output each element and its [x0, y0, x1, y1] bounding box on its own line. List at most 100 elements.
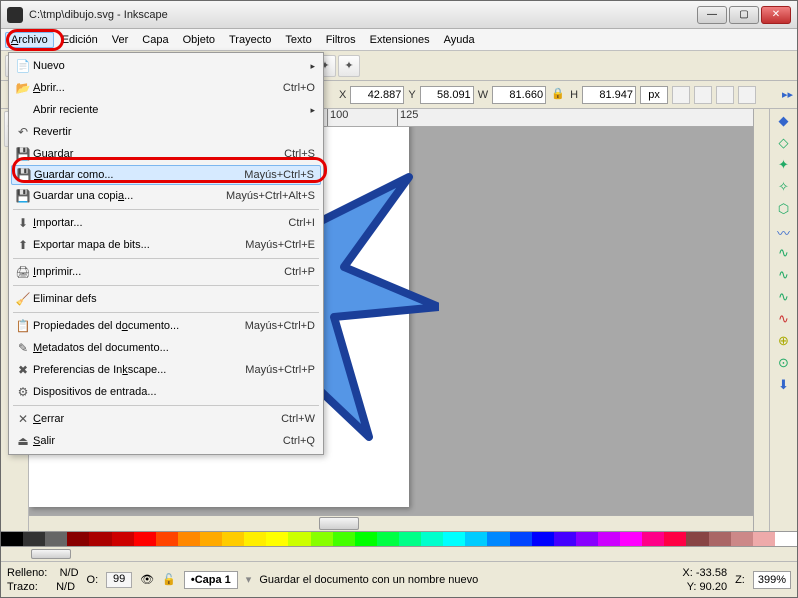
swatch[interactable] [23, 532, 45, 546]
prop-h-field[interactable]: 81.947 [582, 86, 636, 104]
swatch[interactable] [709, 532, 731, 546]
swatch[interactable] [200, 532, 222, 546]
prop-w-field[interactable]: 81.660 [492, 86, 546, 104]
swatch[interactable] [664, 532, 686, 546]
affect-1-icon[interactable] [672, 86, 690, 104]
swatch[interactable] [244, 532, 266, 546]
menu-guardar[interactable]: 💾GuardarCtrl+S [9, 143, 323, 165]
lock-icon[interactable]: 🔒 [550, 87, 566, 103]
swatch[interactable] [598, 532, 620, 546]
menu-propiedades[interactable]: 📋Propiedades del documento...Mayús+Ctrl+… [9, 315, 323, 337]
snap-7-icon[interactable]: ∿ [775, 245, 793, 263]
menu-importar[interactable]: ⬇Importar...Ctrl+I [9, 212, 323, 234]
color-palette[interactable] [1, 531, 797, 547]
swatch[interactable] [576, 532, 598, 546]
swatch[interactable] [156, 532, 178, 546]
zoom-field[interactable]: 399% [753, 571, 791, 589]
menu-ayuda[interactable]: Ayuda [438, 32, 481, 48]
snap-4-icon[interactable]: ✧ [775, 179, 793, 197]
menu-abrir-reciente[interactable]: Abrir reciente▸ [9, 99, 323, 121]
swatch[interactable] [554, 532, 576, 546]
menu-filtros[interactable]: Filtros [320, 32, 362, 48]
menu-archivo[interactable]: Archivo [5, 32, 54, 48]
menu-cerrar[interactable]: ✕CerrarCtrl+W [9, 408, 323, 430]
layer-select[interactable]: • Capa 1 [184, 571, 238, 589]
swatch[interactable] [45, 532, 67, 546]
snap-10-icon[interactable]: ∿ [775, 311, 793, 329]
snap-13-icon[interactable]: ⬇ [775, 377, 793, 395]
overflow-arrow-icon[interactable]: ▸▸ [782, 88, 793, 101]
swatch[interactable] [510, 532, 532, 546]
menu-imprimir[interactable]: 🖨Imprimir...Ctrl+P [9, 261, 323, 283]
unit-select[interactable]: px [640, 86, 668, 104]
swatch[interactable] [311, 532, 333, 546]
swatch[interactable] [333, 532, 355, 546]
scrollbar-vertical[interactable] [753, 109, 769, 531]
tool-docprop-icon[interactable]: ✦ [338, 55, 360, 77]
swatch[interactable] [178, 532, 200, 546]
menu-extensiones[interactable]: Extensiones [364, 32, 436, 48]
snap-5-icon[interactable]: ⬡ [775, 201, 793, 219]
swatch[interactable] [731, 532, 753, 546]
swatch[interactable] [222, 532, 244, 546]
menu-trayecto[interactable]: Trayecto [223, 32, 277, 48]
prop-y-field[interactable]: 58.091 [420, 86, 474, 104]
menu-guardar-copia[interactable]: 💾Guardar una copia...Mayús+Ctrl+Alt+S [9, 185, 323, 207]
swatch[interactable] [421, 532, 443, 546]
menu-revertir[interactable]: ↶Revertir [9, 121, 323, 143]
swatch[interactable] [465, 532, 487, 546]
swatch[interactable] [266, 532, 288, 546]
snap-8-icon[interactable]: ∿ [775, 267, 793, 285]
affect-3-icon[interactable] [716, 86, 734, 104]
menu-capa[interactable]: Capa [136, 32, 174, 48]
menu-eliminar-defs[interactable]: 🧹Eliminar defs [9, 288, 323, 310]
swatch[interactable] [753, 532, 775, 546]
swatch[interactable] [67, 532, 89, 546]
swatch[interactable] [288, 532, 310, 546]
swatch[interactable] [134, 532, 156, 546]
prop-x-field[interactable]: 42.887 [350, 86, 404, 104]
swatch[interactable] [532, 532, 554, 546]
snap-3-icon[interactable]: ✦ [775, 157, 793, 175]
swatch[interactable] [399, 532, 421, 546]
snap-11-icon[interactable]: ⊕ [775, 333, 793, 351]
swatch[interactable] [642, 532, 664, 546]
affect-2-icon[interactable] [694, 86, 712, 104]
swatch[interactable] [686, 532, 708, 546]
menu-dispositivos[interactable]: ⚙Dispositivos de entrada... [9, 381, 323, 403]
menu-texto[interactable]: Texto [279, 32, 317, 48]
palette-scroll[interactable] [1, 547, 797, 561]
swatch[interactable] [1, 532, 23, 546]
menu-edicion[interactable]: Edición [56, 32, 104, 48]
opacity-field[interactable]: 99 [106, 572, 132, 588]
layer-lock-icon[interactable]: 🔓 [162, 573, 176, 586]
swatch[interactable] [355, 532, 377, 546]
menu-ver[interactable]: Ver [106, 32, 135, 48]
swatch[interactable] [775, 532, 797, 546]
minimize-button[interactable]: — [697, 6, 727, 24]
close-button[interactable]: ✕ [761, 6, 791, 24]
menu-nuevo[interactable]: 📄Nuevo▸ [9, 55, 323, 77]
scrollbar-horizontal[interactable] [29, 515, 753, 531]
snap-1-icon[interactable]: ◆ [775, 113, 793, 131]
menu-objeto[interactable]: Objeto [177, 32, 221, 48]
snap-6-icon[interactable]: 〰 [775, 223, 793, 241]
swatch[interactable] [487, 532, 509, 546]
menu-preferencias[interactable]: ✖Preferencias de Inkscape...Mayús+Ctrl+P [9, 359, 323, 381]
menu-abrir[interactable]: 📂Abrir...Ctrl+O [9, 77, 323, 99]
menu-exportar[interactable]: ⬆Exportar mapa de bits...Mayús+Ctrl+E [9, 234, 323, 256]
menu-guardar-como[interactable]: 💾Guardar como...Mayús+Ctrl+S [11, 165, 321, 185]
maximize-button[interactable]: ▢ [729, 6, 759, 24]
snap-12-icon[interactable]: ⊙ [775, 355, 793, 373]
swatch[interactable] [377, 532, 399, 546]
snap-9-icon[interactable]: ∿ [775, 289, 793, 307]
swatch[interactable] [620, 532, 642, 546]
swatch[interactable] [112, 532, 134, 546]
menu-salir[interactable]: ⏏SalirCtrl+Q [9, 430, 323, 452]
affect-4-icon[interactable] [738, 86, 756, 104]
swatch[interactable] [89, 532, 111, 546]
swatch[interactable] [443, 532, 465, 546]
snap-2-icon[interactable]: ◇ [775, 135, 793, 153]
menu-metadatos[interactable]: ✎Metadatos del documento... [9, 337, 323, 359]
layer-visibility-icon[interactable]: 👁 [140, 573, 154, 586]
